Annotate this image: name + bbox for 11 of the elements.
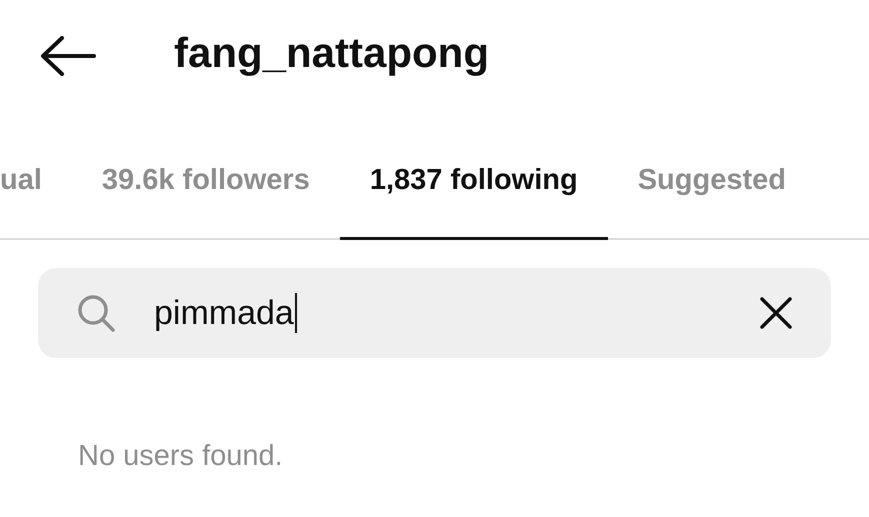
empty-message: No users found.: [78, 440, 284, 473]
search-icon: [76, 293, 116, 333]
tab[interactable]: 1,837 following: [340, 124, 608, 240]
search-field[interactable]: pimmada: [38, 268, 831, 358]
back-arrow-icon[interactable]: [40, 36, 96, 76]
close-icon[interactable]: [759, 296, 793, 330]
tab[interactable]: 39.6k followers: [72, 124, 340, 240]
tab[interactable]: Suggested: [608, 124, 816, 240]
username-title: fang_nattapong: [174, 29, 489, 77]
text-cursor: [294, 293, 297, 333]
tab[interactable]: ual: [0, 124, 72, 240]
